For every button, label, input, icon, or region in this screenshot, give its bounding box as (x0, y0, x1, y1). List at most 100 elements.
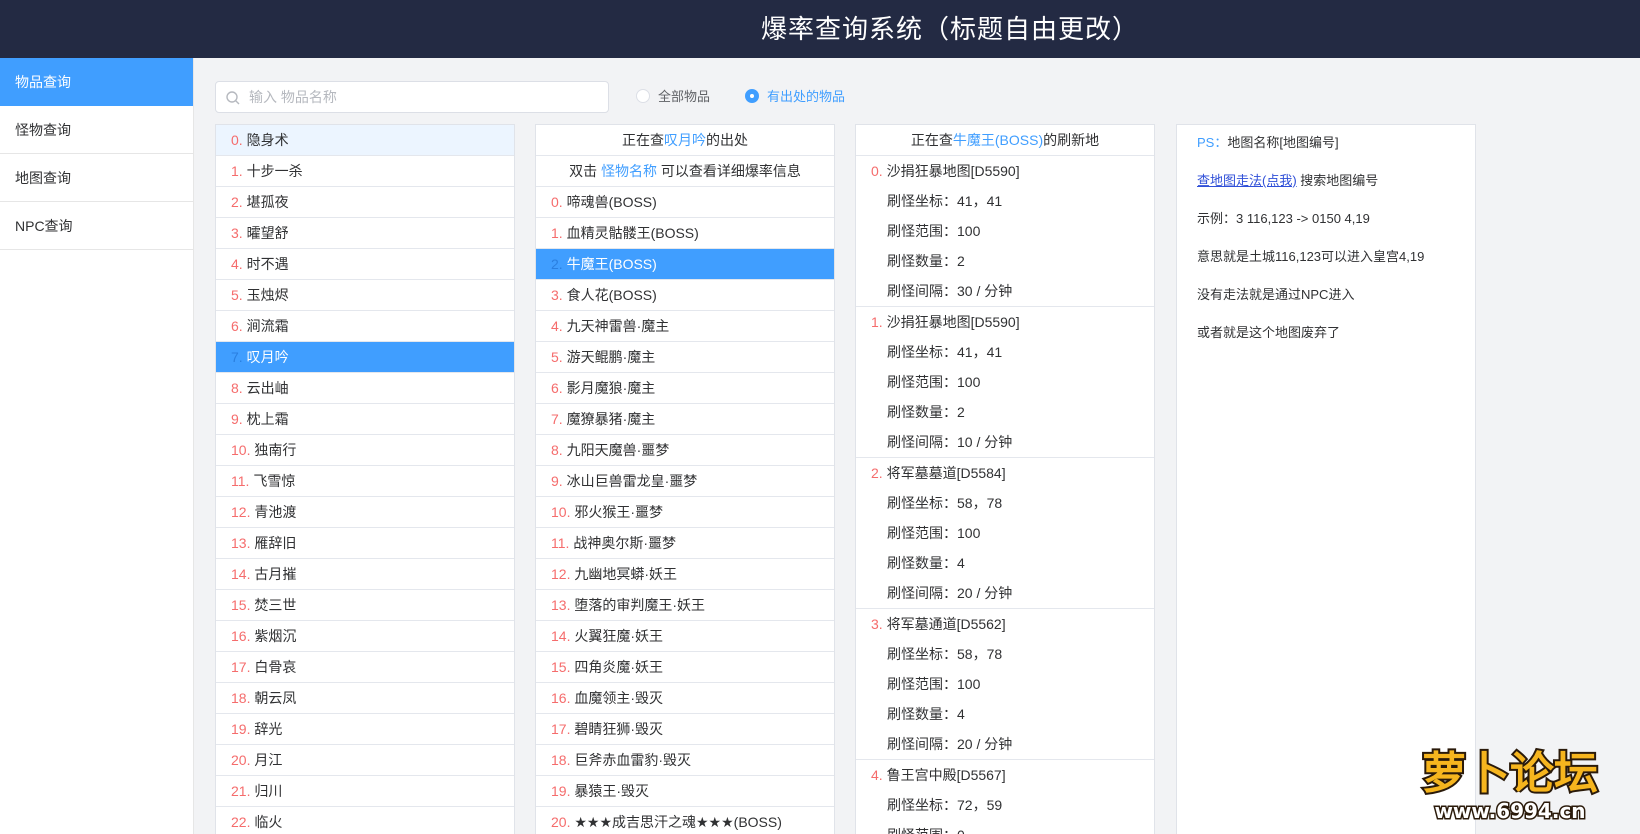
map-route-link[interactable]: 查地图走法(点我) (1197, 173, 1297, 188)
list-item[interactable]: 11. 战神奥尔斯·噩梦 (536, 528, 834, 559)
list-item-selected[interactable]: 7. 叹月吟 (216, 342, 514, 373)
filter-sourced-radio[interactable]: 有出处的物品 (745, 86, 845, 105)
list-item[interactable]: 20. 月江 (216, 745, 514, 776)
monster-name: 冰山巨兽雷龙皇·噩梦 (566, 473, 698, 489)
monster-name: 四角炎魔·妖王 (574, 659, 664, 675)
monster-index: 6. (551, 380, 563, 396)
list-item[interactable]: 12. 九幽地冥蟒·妖王 (536, 559, 834, 590)
filter-sourced-label: 有出处的物品 (767, 89, 846, 104)
search-input[interactable] (249, 82, 599, 112)
list-item[interactable]: 5. 游天鲲鹏·魔主 (536, 342, 834, 373)
help-meaning: 意思就是土城116,123可以进入皇宫4,19 (1197, 249, 1425, 264)
list-item[interactable]: 6. 涧流霜 (216, 311, 514, 342)
list-item[interactable]: 3. 曤望舒 (216, 218, 514, 249)
item-name: 枕上霜 (246, 411, 289, 427)
list-item[interactable]: 2. 堪孤夜 (216, 187, 514, 218)
item-search-box[interactable] (215, 81, 609, 113)
spawn-count: 刷怪数量：4 (887, 555, 965, 571)
help-panel: PS：地图名称[地图编号] 查地图走法(点我) 搜索地图编号 示例：3 116,… (1176, 124, 1476, 834)
list-item[interactable]: 4. 九天神雷兽·魔主 (536, 311, 834, 342)
spawn-entry: 1. 沙捐狂暴地图[D5590] 刷怪坐标：41，41 刷怪范围：100 刷怪数… (856, 307, 1154, 458)
monster-name: 血魔领主·毁灭 (574, 690, 664, 706)
list-item[interactable]: 22. 临火 (216, 807, 514, 834)
spawn-interval: 刷怪间隔：10 / 分钟 (887, 434, 1013, 450)
list-item[interactable]: 16. 紫烟沉 (216, 621, 514, 652)
list-item[interactable]: 19. 辞光 (216, 714, 514, 745)
list-item[interactable]: 9. 枕上霜 (216, 404, 514, 435)
item-name: 云出岫 (246, 380, 289, 396)
sidebar-item-maps[interactable]: 地图查询 (0, 154, 193, 202)
help-no-path: 没有走法就是通过NPC进入 (1197, 287, 1355, 302)
item-index: 12. (231, 504, 251, 520)
spawn-map-name: 将军墓墓道[D5584] (886, 465, 1006, 481)
monster-name: 暴猿王·毁灭 (574, 783, 650, 799)
monster-index: 0. (551, 194, 563, 210)
list-item[interactable]: 5. 玉烛烬 (216, 280, 514, 311)
item-index: 8. (231, 380, 243, 396)
item-name: 白骨哀 (254, 659, 297, 675)
spawn-map: 4. 鲁王宫中殿[D5567] (856, 760, 1154, 790)
item-name: 朝云凤 (254, 690, 297, 706)
monster-index: 7. (551, 411, 563, 427)
list-item[interactable]: 16. 血魔领主·毁灭 (536, 683, 834, 714)
item-index: 10. (231, 442, 251, 458)
item-name: 叹月吟 (246, 349, 289, 365)
sidebar-item-items[interactable]: 物品查询 (0, 58, 193, 106)
list-item[interactable]: 18. 巨斧赤血雷豹·毁灭 (536, 745, 834, 776)
list-item[interactable]: 0. 啼魂兽(BOSS) (536, 187, 834, 218)
list-item[interactable]: 10. 独南行 (216, 435, 514, 466)
hint-monster-name: 怪物名称 (601, 163, 657, 179)
link-suffix: 搜索地图编号 (1296, 173, 1379, 188)
list-item[interactable]: 4. 时不遇 (216, 249, 514, 280)
monster-index: 13. (551, 597, 571, 613)
list-item-selected[interactable]: 2. 牛魔王(BOSS) (536, 249, 834, 280)
list-item[interactable]: 7. 魔獠暴猪·魔主 (536, 404, 834, 435)
list-item[interactable]: 3. 食人花(BOSS) (536, 280, 834, 311)
list-item[interactable]: 20. ★★★成吉思汗之魂★★★(BOSS) (536, 807, 834, 834)
item-index: 19. (231, 721, 251, 737)
spawn-coord: 刷怪坐标：58，78 (887, 646, 1003, 662)
list-item[interactable]: 14. 古月摧 (216, 559, 514, 590)
monster-index: 9. (551, 473, 563, 489)
list-item[interactable]: 10. 邪火猴王·噩梦 (536, 497, 834, 528)
list-item[interactable]: 8. 九阳天魔兽·噩梦 (536, 435, 834, 466)
list-item[interactable]: 13. 堕落的审判魔王·妖王 (536, 590, 834, 621)
list-item[interactable]: 21. 归川 (216, 776, 514, 807)
list-item[interactable]: 8. 云出岫 (216, 373, 514, 404)
monster-index: 8. (551, 442, 563, 458)
list-item[interactable]: 18. 朝云凤 (216, 683, 514, 714)
list-item[interactable]: 14. 火翼狂魔·妖王 (536, 621, 834, 652)
list-item[interactable]: 13. 雁辞旧 (216, 528, 514, 559)
spawn-index: 0. (871, 163, 883, 179)
sidebar-item-monsters[interactable]: 怪物查询 (0, 106, 193, 154)
list-item[interactable]: 15. 四角炎魔·妖王 (536, 652, 834, 683)
item-index: 2. (231, 194, 243, 210)
spawn-range: 刷怪范围：0 (856, 820, 1154, 834)
list-item[interactable]: 11. 飞雪惊 (216, 466, 514, 497)
spawn-coord: 刷怪坐标：41，41 (887, 193, 1003, 209)
item-index: 16. (231, 628, 251, 644)
spawn-coord: 刷怪坐标：58，78 (887, 495, 1003, 511)
item-name: 飞雪惊 (253, 473, 296, 489)
item-name: 辞光 (254, 721, 283, 737)
item-index: 3. (231, 225, 243, 241)
list-item[interactable]: 1. 十步一杀 (216, 156, 514, 187)
spawn-range: 刷怪范围：100 (887, 223, 981, 239)
list-item[interactable]: 15. 焚三世 (216, 590, 514, 621)
list-item[interactable]: 17. 白骨哀 (216, 652, 514, 683)
sidebar-item-npc[interactable]: NPC查询 (0, 202, 193, 250)
list-item[interactable]: 12. 青池渡 (216, 497, 514, 528)
list-item[interactable]: 6. 影月魔狼·魔主 (536, 373, 834, 404)
item-name: 十步一杀 (246, 163, 303, 179)
list-item[interactable]: 1. 血精灵骷髅王(BOSS) (536, 218, 834, 249)
filter-all-radio[interactable]: 全部物品 (636, 86, 710, 105)
item-index: 4. (231, 256, 243, 272)
list-item[interactable]: 19. 暴猿王·毁灭 (536, 776, 834, 807)
list-item[interactable]: 9. 冰山巨兽雷龙皇·噩梦 (536, 466, 834, 497)
list-item[interactable]: 0. 隐身术 (216, 125, 514, 156)
monster-index: 5. (551, 349, 563, 365)
item-name: 青池渡 (254, 504, 297, 520)
list-item[interactable]: 17. 碧睛狂狮·毁灭 (536, 714, 834, 745)
top-header: 爆率查询系统（标题自由更改） (0, 0, 1640, 58)
monster-index: 16. (551, 690, 571, 706)
